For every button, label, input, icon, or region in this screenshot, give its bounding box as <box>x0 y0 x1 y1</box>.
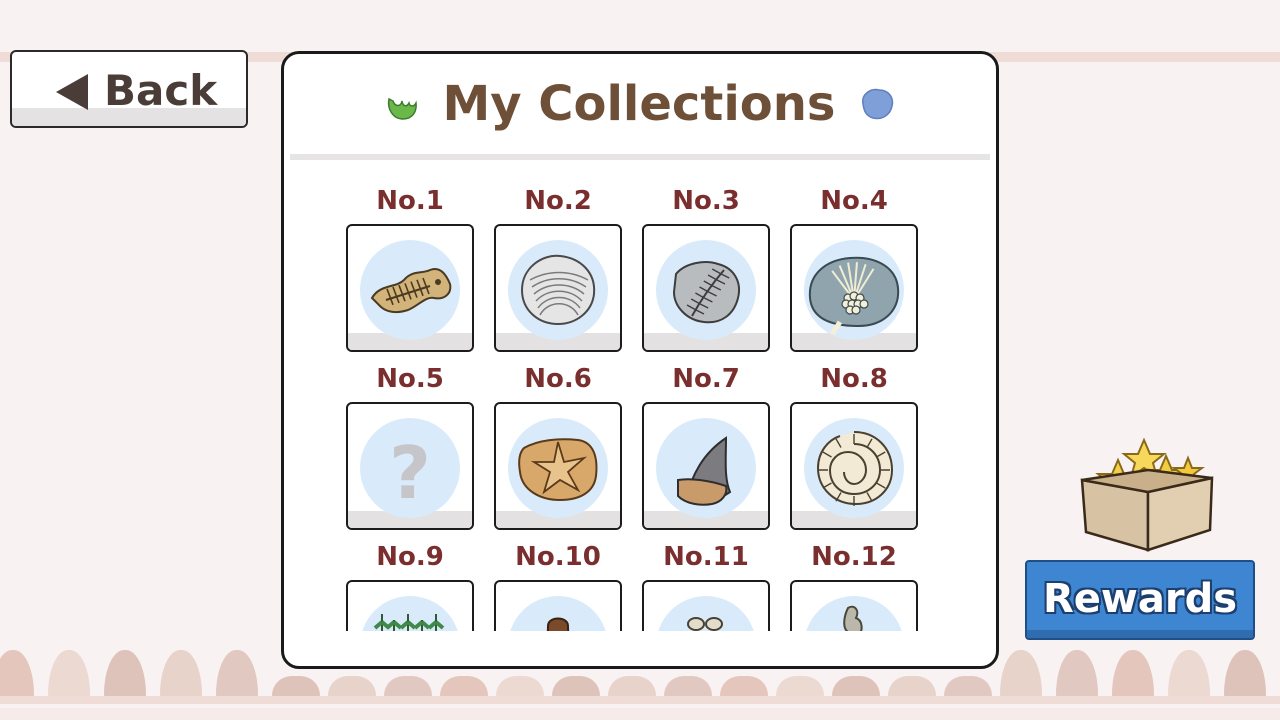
bird-fossil-icon <box>843 605 863 631</box>
collection-item[interactable]: No.9 <box>346 534 474 631</box>
collection-item[interactable]: No.8 <box>790 356 918 530</box>
item-number-label: No.12 <box>811 542 897 572</box>
item-number-label: No.1 <box>376 186 444 216</box>
back-button[interactable]: Back <box>10 50 248 128</box>
item-card[interactable]: ? <box>346 402 474 530</box>
leaf-fossil-icon <box>672 261 740 324</box>
collection-item[interactable]: No.10 <box>494 534 622 631</box>
item-card[interactable] <box>494 402 622 530</box>
crinoid-fossil-icon <box>808 256 900 336</box>
decor-spike <box>1224 650 1266 702</box>
shell-fossil-icon <box>520 254 596 326</box>
ammonite-fossil-icon <box>816 431 894 506</box>
page-title: My Collections <box>442 76 836 132</box>
collections-panel: My Collections No.1 No.2 No.3 No.4 No.5 … <box>281 51 999 669</box>
decor-spike <box>1000 650 1042 702</box>
decor-spike <box>1112 650 1154 702</box>
decor-spike <box>104 650 146 702</box>
collection-item[interactable]: No.12 <box>790 534 918 631</box>
decor-spike <box>0 650 34 702</box>
item-card[interactable] <box>494 224 622 352</box>
rewards-button-label: Rewards <box>1042 576 1238 622</box>
item-card[interactable] <box>790 224 918 352</box>
item-card[interactable] <box>790 580 918 631</box>
bone-fossil-icon <box>687 617 723 631</box>
collection-item[interactable]: No.3 <box>642 178 770 352</box>
svg-text:?: ? <box>389 431 431 515</box>
item-number-label: No.8 <box>820 364 888 394</box>
decor-spike <box>1056 650 1098 702</box>
starfish-fossil-icon <box>518 438 598 502</box>
collection-item[interactable]: No.4 <box>790 178 918 352</box>
panel-header: My Collections <box>284 76 996 136</box>
rewards-button[interactable]: Rewards <box>1025 560 1255 640</box>
decor-spike <box>216 650 258 702</box>
item-number-label: No.5 <box>376 364 444 394</box>
unknown-question-icon: ? <box>389 431 431 515</box>
collection-item[interactable]: No.6 <box>494 356 622 530</box>
back-button-label: Back <box>104 66 218 115</box>
item-card[interactable] <box>642 402 770 530</box>
item-number-label: No.6 <box>524 364 592 394</box>
blue-pebble-icon <box>861 88 893 120</box>
decor-spike <box>160 650 202 702</box>
item-number-label: No.4 <box>820 186 888 216</box>
brown-fossil-icon <box>546 617 570 631</box>
collection-item[interactable]: No.5 ? <box>346 356 474 530</box>
item-card[interactable] <box>494 580 622 631</box>
item-number-label: No.9 <box>376 542 444 572</box>
rewards-button-shade <box>1027 630 1253 638</box>
decor-spike <box>1168 650 1210 702</box>
shark-tooth-fossil-icon <box>677 436 732 506</box>
item-number-label: No.3 <box>672 186 740 216</box>
item-card[interactable] <box>346 580 474 631</box>
item-number-label: No.7 <box>672 364 740 394</box>
item-number-label: No.11 <box>663 542 749 572</box>
decor-spike <box>48 650 90 702</box>
item-number-label: No.2 <box>524 186 592 216</box>
item-card[interactable] <box>790 402 918 530</box>
collection-grid[interactable]: No.1 No.2 No.3 No.4 No.5 ? No.6 No.7 No.8… <box>284 174 996 631</box>
bottom-decor-band <box>0 696 1280 704</box>
collection-item[interactable]: No.11 <box>642 534 770 631</box>
star-box-icon <box>1080 437 1214 552</box>
fish-fossil-icon <box>370 268 452 314</box>
item-card[interactable] <box>642 224 770 352</box>
plant-fossil-icon <box>373 614 445 631</box>
collection-item[interactable]: No.2 <box>494 178 622 352</box>
item-number-label: No.10 <box>515 542 601 572</box>
item-card[interactable] <box>346 224 474 352</box>
item-card[interactable] <box>642 580 770 631</box>
bottom-decor-line <box>0 708 1280 720</box>
collection-item[interactable]: No.1 <box>346 178 474 352</box>
green-leaf-icon <box>388 97 418 120</box>
collection-item[interactable]: No.7 <box>642 356 770 530</box>
header-divider <box>290 154 990 160</box>
back-arrow-icon <box>56 74 88 110</box>
